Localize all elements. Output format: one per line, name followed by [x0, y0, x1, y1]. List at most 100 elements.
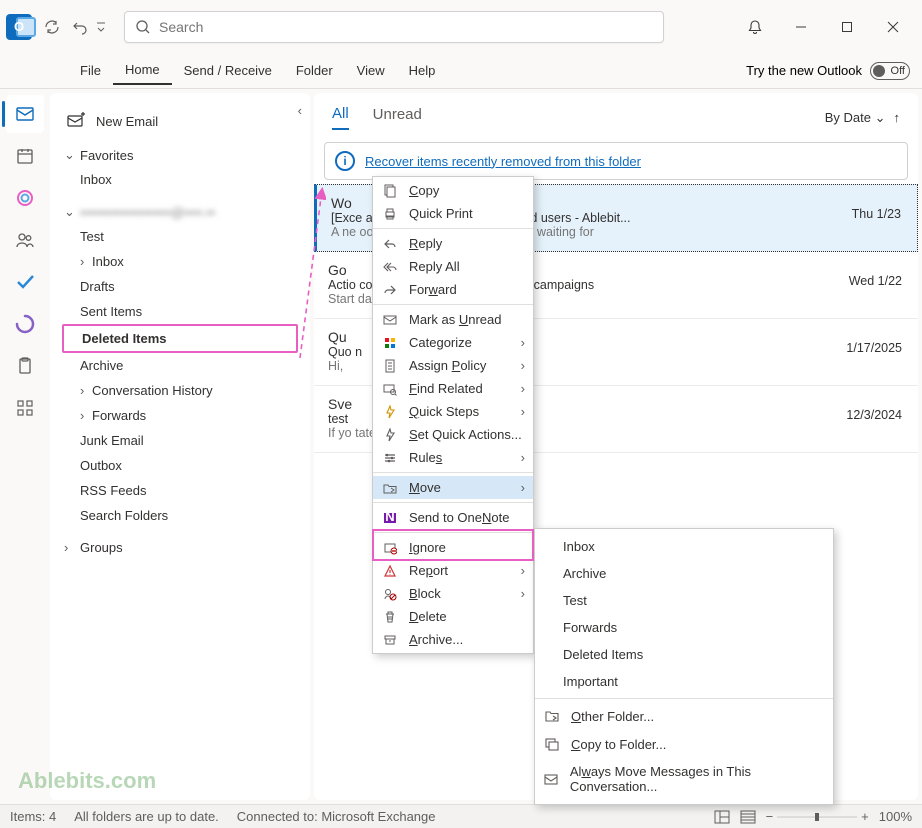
ribbon-tab-view[interactable]: View: [345, 57, 397, 84]
chevron-right-icon: ›: [521, 450, 525, 465]
qat-dropdown[interactable]: [94, 13, 108, 41]
context-menu-label: Ignore: [409, 540, 525, 555]
context-menu-mark-as-unread[interactable]: Mark as Unread: [373, 308, 533, 331]
context-menu-move[interactable]: Move›: [373, 476, 533, 499]
move-to-important[interactable]: Important: [535, 668, 833, 695]
context-menu-label: Archive...: [409, 632, 525, 647]
ribbon-tab-file[interactable]: File: [68, 57, 113, 84]
outlook-app-icon: O: [6, 14, 32, 40]
search-box[interactable]: [124, 11, 664, 43]
copy-to-folder[interactable]: Copy to Folder...: [535, 730, 833, 758]
folder-rss[interactable]: RSS Feeds: [62, 478, 298, 503]
status-connected: Connected to: Microsoft Exchange: [237, 809, 436, 824]
rail-calendar[interactable]: [6, 137, 44, 175]
send-to-onenote-icon: N: [381, 511, 399, 525]
ribbon-tab-home[interactable]: Home: [113, 56, 172, 85]
zoom-out-icon[interactable]: −: [766, 809, 774, 824]
zoom-percent[interactable]: 100%: [879, 809, 912, 824]
context-menu-send-to-onenote[interactable]: NSend to OneNote: [373, 506, 533, 529]
folder-conversation-history[interactable]: ›Conversation History: [62, 378, 298, 403]
ribbon-tab-sendreceive[interactable]: Send / Receive: [172, 57, 284, 84]
rail-copilot[interactable]: [6, 179, 44, 217]
context-menu-quick-steps[interactable]: Quick Steps›: [373, 400, 533, 423]
move-to-test[interactable]: Test: [535, 587, 833, 614]
folder-forwards[interactable]: ›Forwards: [62, 403, 298, 428]
sort-ascending-button[interactable]: ↑: [894, 110, 901, 125]
zoom-in-icon[interactable]: +: [861, 809, 869, 824]
context-menu-label: Forward: [409, 282, 525, 297]
filter-all[interactable]: All: [332, 105, 349, 130]
context-menu-find-related[interactable]: Find Related›: [373, 377, 533, 400]
copilot-icon: [15, 188, 35, 208]
recover-items-link[interactable]: Recover items recently removed from this…: [365, 154, 641, 169]
context-menu-rules[interactable]: Rules›: [373, 446, 533, 469]
move-to-inbox[interactable]: Inbox: [535, 533, 833, 560]
folder-drafts[interactable]: Drafts: [62, 274, 298, 299]
context-menu-label: Move: [409, 480, 511, 495]
account-header[interactable]: ⌄••••••••••••••••••••@••••.••: [62, 200, 298, 224]
folder-deleted-items[interactable]: Deleted Items: [62, 324, 298, 353]
zoom-slider[interactable]: − +: [766, 809, 869, 824]
favorites-header[interactable]: ⌄Favorites: [62, 143, 298, 167]
folder-search-folders[interactable]: Search Folders: [62, 503, 298, 528]
view-reading-button[interactable]: [740, 810, 756, 824]
rail-loop[interactable]: [6, 305, 44, 343]
rail-todo[interactable]: [6, 263, 44, 301]
context-menu-delete[interactable]: Delete: [373, 605, 533, 628]
folder-conv-label: Conversation History: [92, 383, 213, 398]
ribbon-tab-help[interactable]: Help: [397, 57, 448, 84]
folder-archive[interactable]: Archive: [62, 353, 298, 378]
folder-outbox[interactable]: Outbox: [62, 453, 298, 478]
move-to-archive[interactable]: Archive: [535, 560, 833, 587]
sort-by-date[interactable]: By Date ⌄: [825, 110, 886, 126]
context-menu-reply-all[interactable]: Reply All: [373, 255, 533, 278]
context-menu-ignore[interactable]: Ignore: [373, 536, 533, 559]
rail-people[interactable]: [6, 221, 44, 259]
minimize-button[interactable]: [778, 11, 824, 43]
nav-rail: [0, 89, 50, 804]
folder-test[interactable]: Test: [62, 224, 298, 249]
block-icon: [381, 587, 399, 601]
context-menu-copy[interactable]: Copy: [373, 179, 533, 202]
svg-text:N: N: [385, 511, 394, 524]
maximize-button[interactable]: [824, 11, 870, 43]
folder-inbox[interactable]: ›Inbox: [62, 249, 298, 274]
undo-button[interactable]: [66, 13, 94, 41]
refresh-button[interactable]: [38, 13, 66, 41]
context-menu-archive-[interactable]: Archive...: [373, 628, 533, 651]
move-to-deleted[interactable]: Deleted Items: [535, 641, 833, 668]
context-menu-label: Categorize: [409, 335, 511, 350]
context-menu-assign-policy[interactable]: Assign Policy›: [373, 354, 533, 377]
notifications-button[interactable]: [732, 11, 778, 43]
context-menu-label: Quick Print: [409, 206, 525, 221]
folder-sent-items[interactable]: Sent Items: [62, 299, 298, 324]
context-menu-categorize[interactable]: Categorize›: [373, 331, 533, 354]
move-other-folder[interactable]: Other Folder...: [535, 702, 833, 730]
view-normal-button[interactable]: [714, 810, 730, 824]
always-move-conversation[interactable]: Always Move Messages in This Conversatio…: [535, 758, 833, 800]
search-input[interactable]: [159, 19, 653, 35]
context-menu-separator: [373, 228, 533, 229]
other-folder-label: ther Folder...: [581, 709, 654, 724]
rail-mail[interactable]: [6, 95, 44, 133]
try-new-outlook-toggle[interactable]: Off: [870, 62, 910, 80]
close-button[interactable]: [870, 11, 916, 43]
slider-track: [777, 810, 857, 824]
ribbon-tab-folder[interactable]: Folder: [284, 57, 345, 84]
new-email-button[interactable]: New Email: [50, 103, 310, 139]
folder-favorite-inbox[interactable]: Inbox: [62, 167, 298, 192]
move-to-forwards[interactable]: Forwards: [535, 614, 833, 641]
ribbon: File Home Send / Receive Folder View Hel…: [0, 53, 922, 89]
groups-header[interactable]: ›Groups: [62, 536, 298, 559]
rail-journal[interactable]: [6, 347, 44, 385]
collapse-folder-pane[interactable]: ‹: [298, 103, 302, 118]
folder-junk[interactable]: Junk Email: [62, 428, 298, 453]
context-menu-block[interactable]: Block›: [373, 582, 533, 605]
context-menu-quick-print[interactable]: Quick Print: [373, 202, 533, 225]
context-menu-reply[interactable]: Reply: [373, 232, 533, 255]
filter-unread[interactable]: Unread: [373, 106, 422, 129]
rail-more-apps[interactable]: [6, 389, 44, 427]
context-menu-forward[interactable]: Forward: [373, 278, 533, 301]
context-menu-report[interactable]: Report›: [373, 559, 533, 582]
context-menu-set-quick-actions-[interactable]: Set Quick Actions...: [373, 423, 533, 446]
